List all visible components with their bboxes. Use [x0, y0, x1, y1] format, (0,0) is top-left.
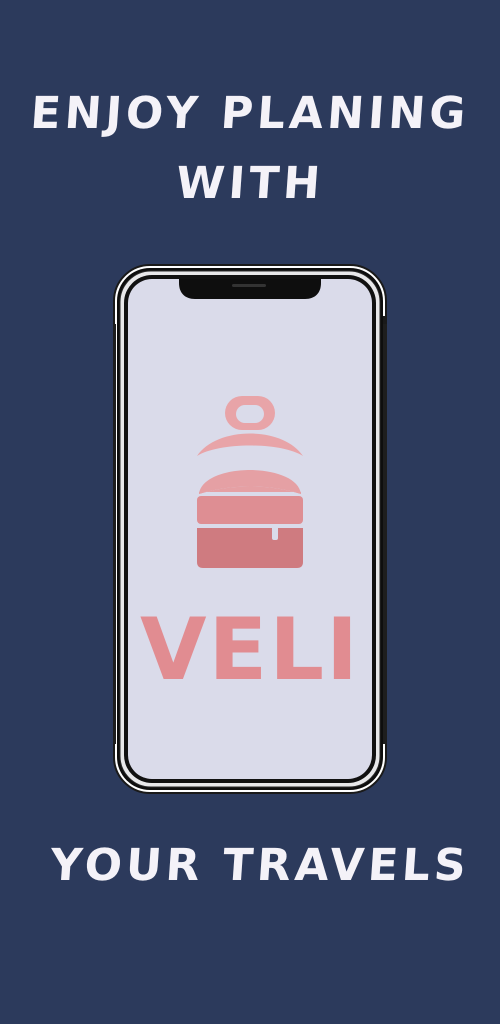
backpack-icon [197, 396, 303, 568]
splash-screen: ENJOY PLANING WITH VELI YOUR TRAVELS [0, 0, 500, 1024]
phone-screen: VELI [129, 278, 371, 778]
brand-name: VELI [139, 600, 361, 700]
headline-line-2: WITH [174, 158, 326, 209]
headline-line-3: YOUR TRAVELS [48, 840, 472, 891]
headline-line-1: ENJOY PLANING [28, 88, 472, 139]
